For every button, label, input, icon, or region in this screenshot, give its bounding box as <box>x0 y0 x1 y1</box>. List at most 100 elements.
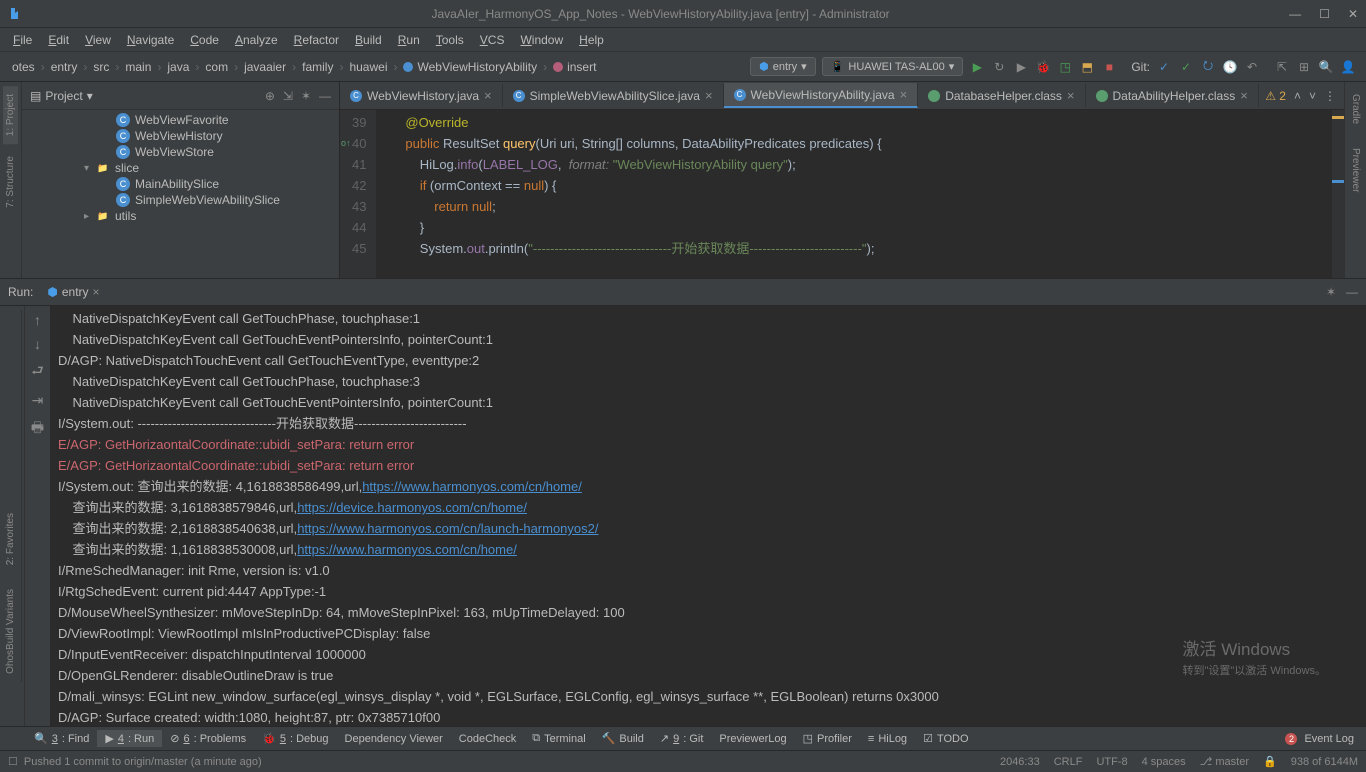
crumb-insert[interactable]: insert <box>545 58 604 76</box>
git-push-icon[interactable]: ⭮ <box>1200 59 1216 75</box>
menu-navigate[interactable]: Navigate <box>120 31 181 49</box>
line-separator[interactable]: CRLF <box>1054 756 1083 768</box>
device-selector[interactable]: 📱HUAWEI TAS-AL00▾ <box>822 57 964 76</box>
menu-analyze[interactable]: Analyze <box>228 31 285 49</box>
git-rollback-icon[interactable]: ↶ <box>1244 59 1260 75</box>
tree-item[interactable]: CWebViewHistory <box>22 128 339 144</box>
run-config-selector[interactable]: ⬢entry▾ <box>750 57 816 76</box>
bottom-tab-build[interactable]: 🔨Build <box>594 730 652 747</box>
tool-favorites-tab[interactable]: 2: Favorites <box>3 505 18 573</box>
code-editor[interactable]: @Override public ResultSet query(Uri uri… <box>376 110 1332 278</box>
debug-bug-icon[interactable]: 🐞 <box>1035 59 1051 75</box>
tree-item[interactable]: ▾📁slice <box>22 160 339 176</box>
crumb-entry[interactable]: entry <box>43 58 86 76</box>
crumb-otes[interactable]: otes <box>4 58 43 76</box>
menu-run[interactable]: Run <box>391 31 427 49</box>
crumb-WebViewHistoryAbility[interactable]: WebViewHistoryAbility <box>395 58 545 76</box>
status-vcs-icon[interactable]: ☐ <box>8 755 18 768</box>
event-log-button[interactable]: 2Event Log <box>1277 731 1362 747</box>
file-encoding[interactable]: UTF-8 <box>1096 756 1127 768</box>
editor-tab[interactable]: CWebViewHistoryAbility.java× <box>724 83 919 108</box>
menu-build[interactable]: Build <box>348 31 389 49</box>
menu-edit[interactable]: Edit <box>41 31 76 49</box>
stop-icon[interactable]: ■ <box>1101 59 1117 75</box>
editor-tab[interactable]: DataAbilityHelper.class× <box>1086 84 1259 107</box>
crumb-javaaier[interactable]: javaaier <box>236 58 294 76</box>
caret-position[interactable]: 2046:33 <box>1000 756 1040 768</box>
attach-icon[interactable]: ⬒ <box>1079 59 1095 75</box>
console-output[interactable]: NativeDispatchKeyEvent call GetTouchPhas… <box>50 306 1366 726</box>
editor-more-icon[interactable]: ⋮ <box>1324 89 1336 103</box>
indent-setting[interactable]: 4 spaces <box>1142 756 1186 768</box>
crumb-com[interactable]: com <box>197 58 236 76</box>
project-view-selector[interactable]: ▤ Project ▾ <box>30 89 93 103</box>
menu-refactor[interactable]: Refactor <box>287 31 346 49</box>
editor-tab[interactable]: CWebViewHistory.java× <box>340 84 503 107</box>
layout-icon[interactable]: ⊞ <box>1296 59 1312 75</box>
bottom-tab-terminal[interactable]: ⧉Terminal <box>524 730 593 747</box>
window-minimize-icon[interactable]: — <box>1289 7 1301 21</box>
crumb-java[interactable]: java <box>159 58 197 76</box>
bottom-tab-debug[interactable]: 🐞5: Debug <box>254 730 336 747</box>
export-icon[interactable]: ⇱ <box>1274 59 1290 75</box>
next-highlight-icon[interactable]: ˅ <box>1309 89 1316 103</box>
menu-help[interactable]: Help <box>572 31 611 49</box>
tool-project-tab[interactable]: 1: Project <box>3 86 18 144</box>
git-commit-icon[interactable]: ✓ <box>1178 59 1194 75</box>
bottom-tab-todo[interactable]: ☑TODO <box>915 730 976 747</box>
project-collapse-icon[interactable]: ⇲ <box>283 89 293 103</box>
up-stack-icon[interactable]: ↑ <box>34 312 41 328</box>
menu-vcs[interactable]: VCS <box>473 31 512 49</box>
warnings-indicator[interactable]: ⚠ 2 <box>1265 89 1286 103</box>
project-tree[interactable]: CWebViewFavoriteCWebViewHistoryCWebViewS… <box>22 110 339 278</box>
memory-indicator[interactable]: 938 of 6144M <box>1291 756 1358 768</box>
bottom-tab-previewerlog[interactable]: PreviewerLog <box>711 731 794 747</box>
tree-item[interactable]: CWebViewFavorite <box>22 112 339 128</box>
down-stack-icon[interactable]: ↓ <box>34 336 41 352</box>
crumb-huawei[interactable]: huawei <box>341 58 395 76</box>
prev-highlight-icon[interactable]: ˄ <box>1294 89 1301 103</box>
bottom-tab-dependencyviewer[interactable]: Dependency Viewer <box>337 731 451 747</box>
menu-window[interactable]: Window <box>513 31 570 49</box>
run-tab-entry[interactable]: ⬢entry× <box>41 283 105 301</box>
bottom-tab-profiler[interactable]: ◳Profiler <box>795 730 860 747</box>
bottom-tab-codecheck[interactable]: CodeCheck <box>451 731 524 747</box>
profile-icon[interactable]: ◳ <box>1057 59 1073 75</box>
crumb-src[interactable]: src <box>85 58 117 76</box>
build-icon[interactable]: ↻ <box>991 59 1007 75</box>
tool-previewer-tab[interactable]: Previewer <box>1348 140 1363 200</box>
menu-file[interactable]: File <box>6 31 39 49</box>
scroll-end-icon[interactable]: ⇥ <box>32 392 44 409</box>
editor-tab[interactable]: DatabaseHelper.class× <box>918 84 1085 107</box>
menu-tools[interactable]: Tools <box>429 31 471 49</box>
lock-icon[interactable]: 🔒 <box>1263 755 1277 768</box>
crumb-main[interactable]: main <box>117 58 159 76</box>
bottom-tab-problems[interactable]: ⊘6: Problems <box>162 730 254 747</box>
run-settings-icon[interactable]: ✶ <box>1326 285 1336 299</box>
project-hide-icon[interactable]: — <box>319 89 331 103</box>
bottom-tab-git[interactable]: ↗9: Git <box>652 730 712 747</box>
git-history-icon[interactable]: 🕓 <box>1222 59 1238 75</box>
tool-build-variants-tab[interactable]: OhosBuild Variants <box>3 581 18 682</box>
bottom-tab-hilog[interactable]: ≡HiLog <box>860 731 915 747</box>
window-close-icon[interactable]: ✕ <box>1348 7 1358 21</box>
project-settings-icon[interactable]: ✶ <box>301 89 311 103</box>
tree-item[interactable]: CSimpleWebViewAbilitySlice <box>22 192 339 208</box>
editor-minimap[interactable] <box>1332 110 1344 278</box>
bottom-tab-find[interactable]: 🔍3: Find <box>26 730 97 747</box>
git-branch[interactable]: ⎇ master <box>1200 755 1249 768</box>
print-icon[interactable]: 🖶 <box>31 417 44 441</box>
tool-structure-tab[interactable]: 7: Structure <box>3 148 18 216</box>
tree-item[interactable]: CMainAbilitySlice <box>22 176 339 192</box>
git-update-icon[interactable]: ✓ <box>1156 59 1172 75</box>
coverage-icon[interactable]: ▶ <box>1013 59 1029 75</box>
soft-wrap-icon[interactable]: ⮐ <box>31 360 44 384</box>
run-hide-icon[interactable]: — <box>1346 285 1358 299</box>
tree-item[interactable]: ▸📁utils <box>22 208 339 224</box>
project-locate-icon[interactable]: ⊕ <box>265 89 275 103</box>
menu-view[interactable]: View <box>78 31 118 49</box>
menu-code[interactable]: Code <box>183 31 226 49</box>
bottom-tab-run[interactable]: ▶4: Run <box>97 730 162 747</box>
crumb-family[interactable]: family <box>294 58 341 76</box>
tool-gradle-tab[interactable]: Gradle <box>1348 86 1363 132</box>
